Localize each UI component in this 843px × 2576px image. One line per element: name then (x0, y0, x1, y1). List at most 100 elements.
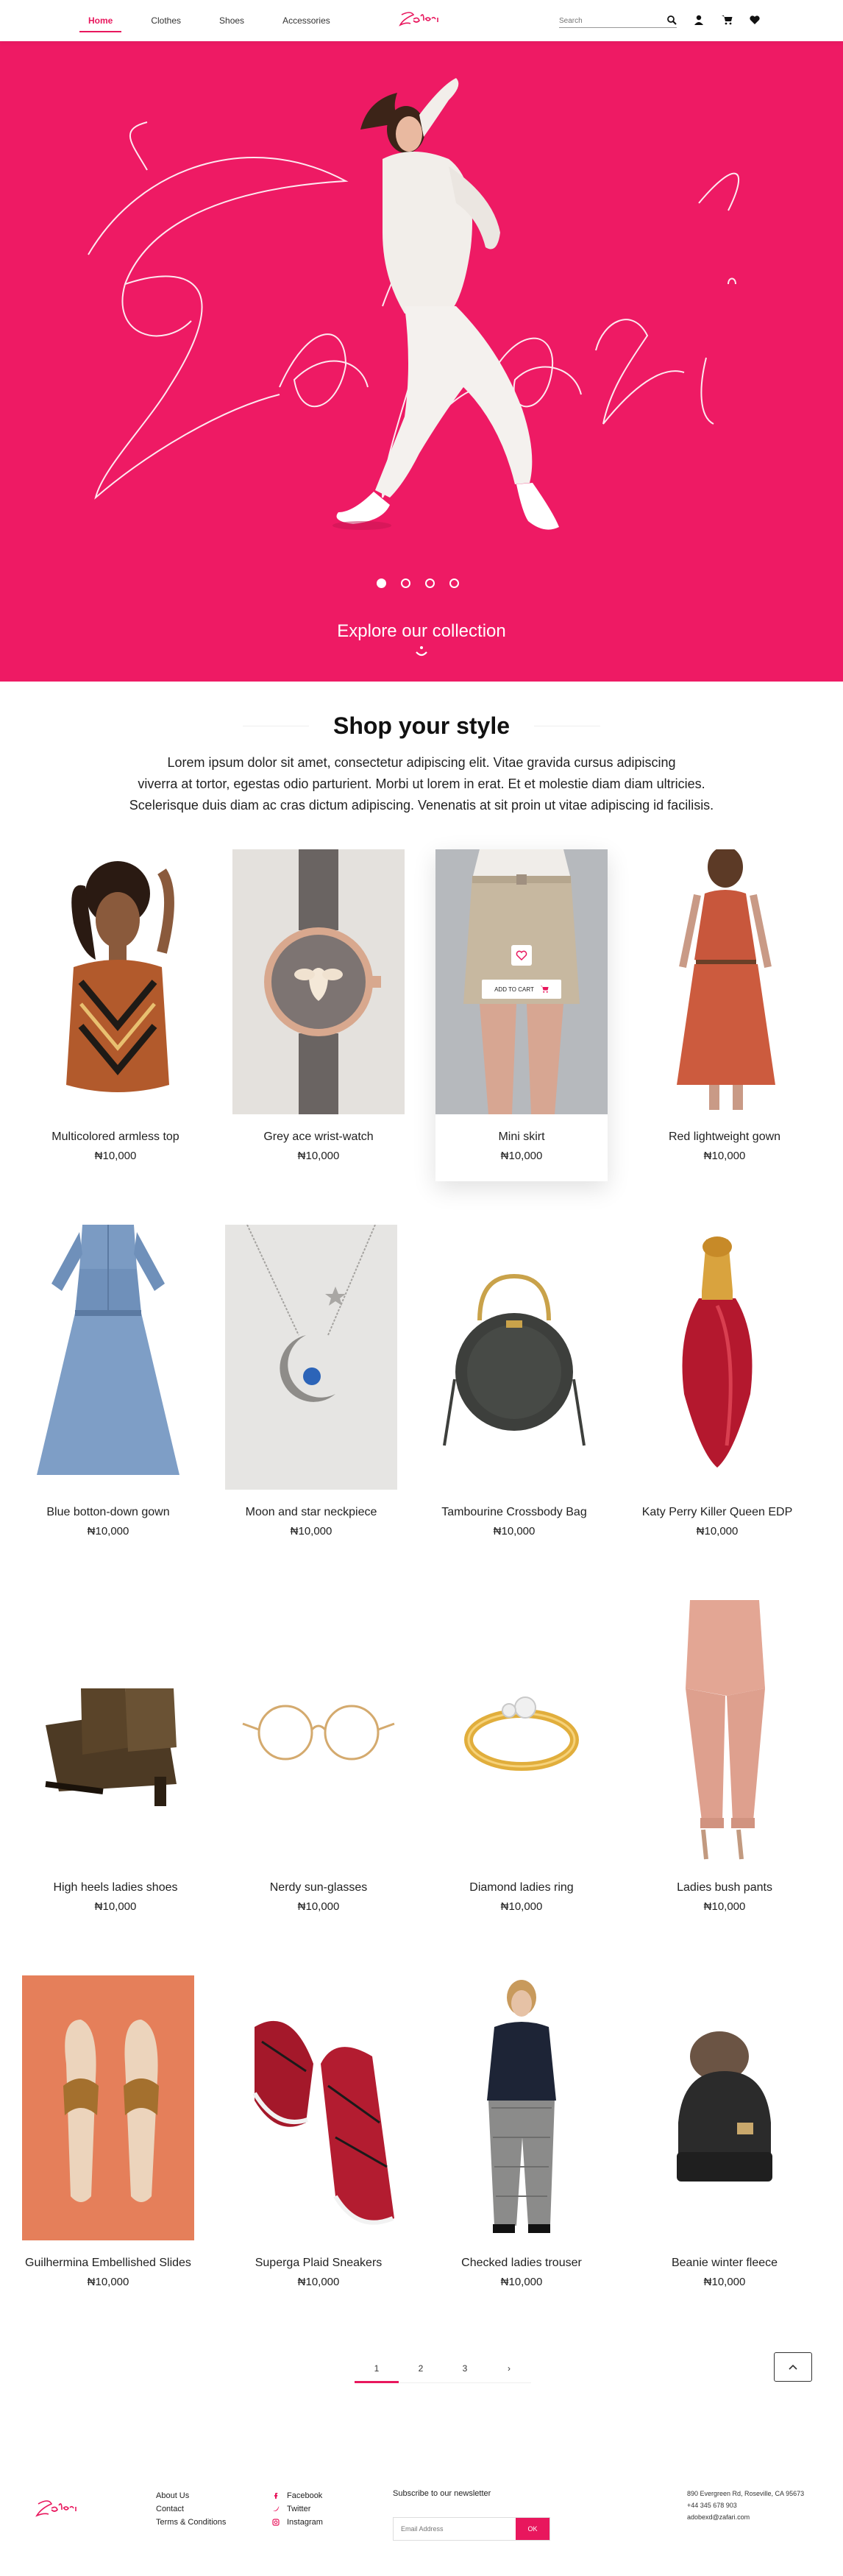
product-card[interactable]: Guilhermina Embellished Slides ₦10,000 (22, 1975, 194, 2288)
product-image (232, 849, 405, 1114)
social-instagram[interactable]: Instagram (272, 2516, 323, 2529)
contact-phone: +44 345 678 903 (687, 2502, 737, 2509)
heart-icon[interactable] (749, 14, 761, 26)
subscribe-button[interactable]: OK (516, 2518, 549, 2540)
product-image: ADD TO CART (435, 849, 608, 1114)
product-price: ₦10,000 (500, 2276, 543, 2288)
product-name: Guilhermina Embellished Slides (25, 2257, 191, 2269)
product-card[interactable]: Diamond ladies ring ₦10,000 (435, 1600, 608, 1913)
chevron-down-icon[interactable] (413, 645, 430, 659)
product-image (631, 1225, 803, 1490)
heart-outline-icon (516, 950, 527, 961)
nav-links: Home Clothes Shoes Accessories (79, 0, 330, 41)
product-card[interactable]: Blue botton-down gown ₦10,000 (22, 1225, 194, 1538)
product-price: ₦10,000 (696, 1525, 739, 1538)
description-line: Lorem ipsum dolor sit amet, consectetur … (167, 755, 676, 770)
social-label: Instagram (287, 2518, 323, 2527)
product-card[interactable]: Ladies bush pants ₦10,000 (639, 1600, 811, 1913)
footer-link-about[interactable]: About Us (156, 2489, 226, 2502)
product-name: Beanie winter fleece (671, 2257, 778, 2269)
product-image (232, 1600, 405, 1865)
product-price: ₦10,000 (297, 1900, 340, 1913)
back-to-top-button[interactable] (774, 2352, 812, 2382)
product-image (435, 1600, 608, 1865)
carousel-dot-2[interactable] (401, 578, 410, 588)
page-2-button[interactable]: 2 (399, 2355, 443, 2382)
product-card[interactable]: Katy Perry Killer Queen EDP ₦10,000 (631, 1225, 803, 1538)
nav-shoes[interactable]: Shoes (219, 0, 244, 41)
section-title: Shop your style (332, 712, 511, 739)
search-bar[interactable] (559, 13, 677, 28)
carousel-dot-3[interactable] (425, 578, 435, 588)
product-card[interactable]: Nerdy sun-glasses ₦10,000 (232, 1600, 405, 1913)
product-price: ₦10,000 (703, 1150, 746, 1162)
instagram-icon (272, 2519, 280, 2526)
product-image (29, 1600, 202, 1865)
product-name: Blue botton-down gown (46, 1506, 170, 1518)
social-label: Facebook (287, 2491, 323, 2500)
email-input[interactable] (394, 2518, 516, 2540)
social-label: Twitter (287, 2505, 311, 2513)
footer-links: About Us Contact Terms & Conditions (156, 2489, 226, 2529)
description-line: Scelerisque duis diam ac cras dictum adi… (129, 798, 714, 813)
product-card[interactable]: Checked ladies trouser ₦10,000 (435, 1975, 608, 2288)
product-card[interactable]: High heels ladies shoes ₦10,000 (29, 1600, 202, 1913)
product-name: Red lightweight gown (668, 1130, 781, 1143)
footer-contact: 890 Evergreen Rd, Roseville, CA 95673 +4… (687, 2488, 804, 2523)
contact-address: 890 Evergreen Rd, Roseville, CA 95673 (687, 2490, 805, 2497)
product-price: ₦10,000 (493, 1525, 536, 1538)
carousel-dot-4[interactable] (449, 578, 459, 588)
footer-link-contact[interactable]: Contact (156, 2502, 226, 2516)
product-price: ₦10,000 (703, 2276, 746, 2288)
product-name: Katy Perry Killer Queen EDP (641, 1506, 793, 1518)
product-card[interactable]: Tambourine Crossbody Bag ₦10,000 (428, 1225, 600, 1538)
zafari-logo[interactable] (32, 2495, 84, 2524)
search-input[interactable] (559, 14, 655, 28)
nav-clothes[interactable]: Clothes (151, 0, 181, 41)
product-card[interactable]: Superga Plaid Sneakers ₦10,000 (232, 1975, 405, 2288)
product-name: Moon and star neckpiece (245, 1506, 377, 1518)
footer-social: Facebook Twitter Instagram (272, 2489, 323, 2529)
add-to-cart-button[interactable]: ADD TO CART (482, 980, 561, 999)
social-twitter[interactable]: Twitter (272, 2502, 323, 2516)
product-price: ₦10,000 (290, 1525, 332, 1538)
hero-model-image (332, 78, 559, 530)
social-facebook[interactable]: Facebook (272, 2489, 323, 2502)
page-3-button[interactable]: 3 (443, 2355, 487, 2382)
product-image (435, 1975, 608, 2240)
footer-link-terms[interactable]: Terms & Conditions (156, 2516, 226, 2529)
product-card[interactable]: Moon and star neckpiece ₦10,000 (225, 1225, 397, 1538)
product-card[interactable]: Red lightweight gown ₦10,000 (639, 849, 811, 1162)
product-name: Nerdy sun-glasses (269, 1881, 368, 1894)
user-icon[interactable] (693, 14, 705, 26)
nav-home[interactable]: Home (79, 0, 122, 41)
hover-actions: ADD TO CART (435, 945, 608, 999)
carousel-dots (377, 578, 459, 588)
product-card[interactable]: ADD TO CART Mini skirt ₦10,000 (435, 849, 608, 1181)
pagination: 1 2 3 › (355, 2355, 531, 2383)
product-image (225, 1225, 397, 1490)
chevron-up-icon (789, 2364, 797, 2370)
wishlist-button[interactable] (511, 945, 532, 966)
product-name: High heels ladies shoes (53, 1881, 178, 1894)
carousel-dot-1[interactable] (377, 578, 386, 588)
product-card[interactable]: Grey ace wrist-watch ₦10,000 (232, 849, 405, 1162)
page-1-button[interactable]: 1 (355, 2355, 399, 2383)
cart-icon[interactable] (721, 14, 733, 26)
cart-icon (540, 986, 549, 993)
product-image (428, 1225, 600, 1490)
product-card[interactable]: Multicolored armless top ₦10,000 (29, 849, 202, 1162)
product-price: ₦10,000 (703, 1900, 746, 1913)
next-page-button[interactable]: › (487, 2355, 531, 2382)
search-icon[interactable] (666, 15, 677, 25)
twitter-icon (273, 2506, 280, 2511)
newsletter-label: Subscribe to our newsletter (393, 2489, 491, 2498)
product-price: ₦10,000 (87, 1525, 129, 1538)
explore-collection-link[interactable]: Explore our collection (0, 621, 843, 642)
nav-accessories[interactable]: Accessories (282, 0, 330, 41)
add-to-cart-label: ADD TO CART (494, 986, 534, 993)
contact-email[interactable]: adobexd@zafari.com (687, 2511, 804, 2523)
zafari-logo[interactable] (396, 9, 447, 32)
product-card[interactable]: Beanie winter fleece ₦10,000 (639, 1975, 811, 2288)
facebook-icon (274, 2493, 278, 2499)
